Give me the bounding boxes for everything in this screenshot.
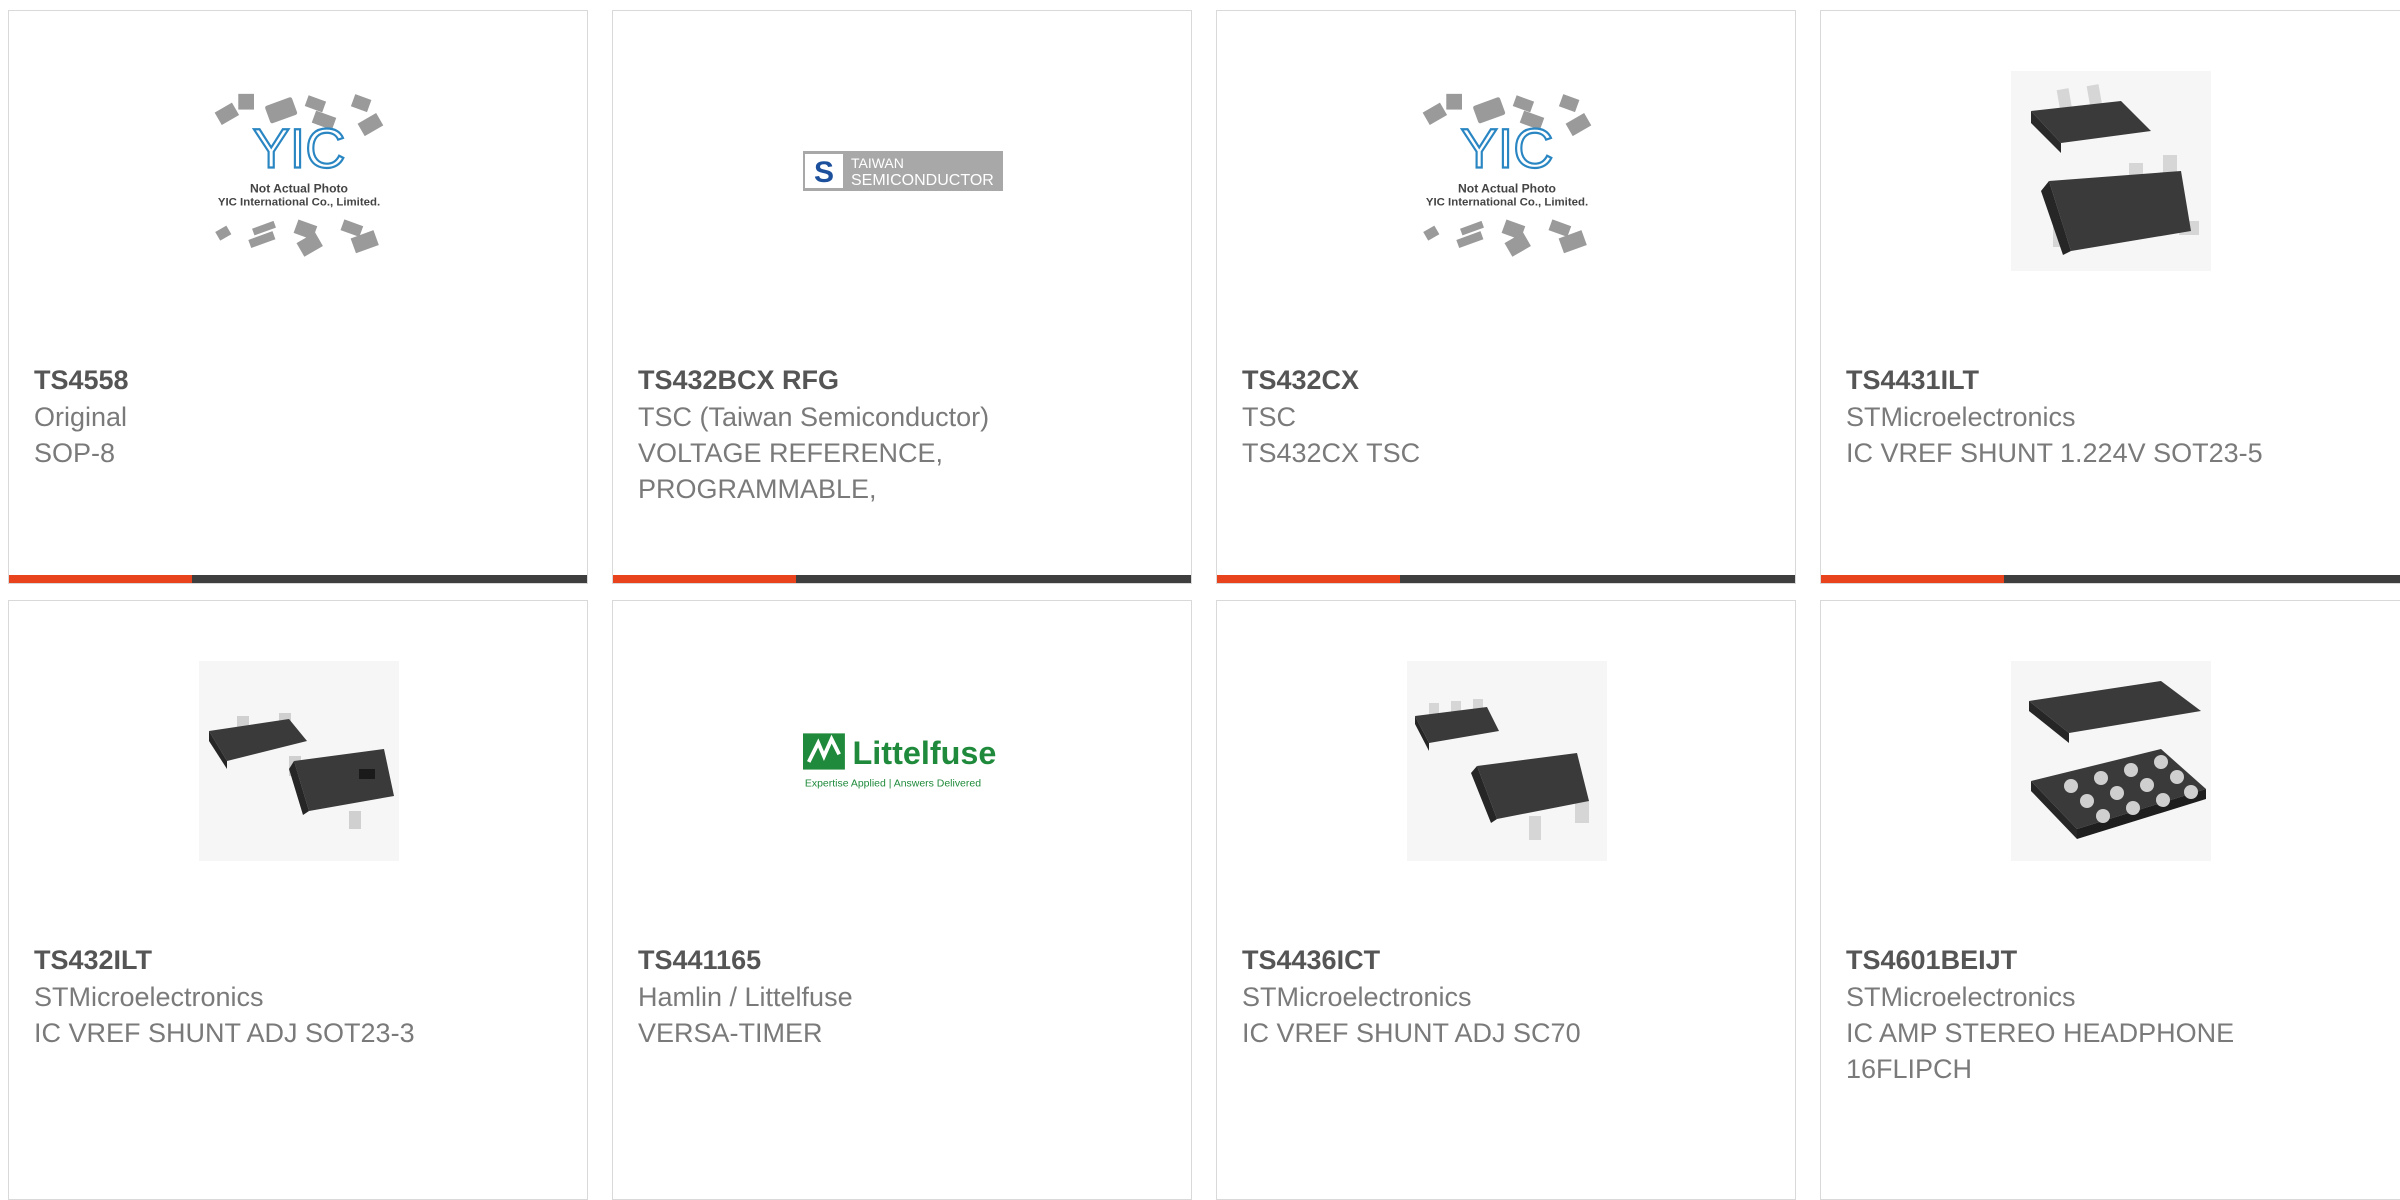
littelfuse-wordmark: Littelfuse <box>853 735 997 771</box>
logo-line2: SEMICONDUCTOR <box>851 172 994 189</box>
description: SOP-8 <box>34 438 116 468</box>
taiwan-semiconductor-logo: S TAIWAN SEMICONDUCTOR <box>803 71 1003 271</box>
description: IC AMP STEREO HEADPHONE 16FLIPCH <box>1846 1018 2235 1084</box>
product-card-ts432cx[interactable]: YIC Not Actual Photo YIC International C… <box>1216 10 1796 584</box>
card-footer-accent <box>9 575 192 583</box>
svg-text:S: S <box>814 156 834 189</box>
card-footer-accent <box>1217 575 1400 583</box>
yic-logo-text: YIC <box>1461 117 1554 179</box>
card-footer-accent <box>613 575 796 583</box>
product-card-ts441165[interactable]: Littelfuse Expertise Applied | Answers D… <box>612 600 1192 1200</box>
manufacturer: Hamlin / Littelfuse <box>638 982 853 1012</box>
yic-placeholder-image: YIC Not Actual Photo YIC International C… <box>1407 71 1607 271</box>
card-footer-bar <box>9 575 587 583</box>
part-number[interactable]: TS4558 <box>34 361 554 399</box>
part-number[interactable]: TS4431ILT <box>1846 361 2366 399</box>
manufacturer: TSC <box>1242 402 1296 432</box>
image-caption-line1: Not Actual Photo <box>250 181 348 195</box>
part-number[interactable]: TS432BCX RFG <box>638 361 1158 399</box>
sot23-3-chip-photo <box>199 661 399 861</box>
product-card-ts4601beijt[interactable]: TS4601BEIJT STMicroelectronics IC AMP ST… <box>1820 600 2400 1200</box>
description: VOLTAGE REFERENCE, PROGRAMMABLE, <box>638 438 944 504</box>
card-footer-bar <box>613 575 1191 583</box>
part-number[interactable]: TS4601BEIJT <box>1846 941 2366 979</box>
image-caption-line1: Not Actual Photo <box>1458 181 1556 195</box>
manufacturer: STMicroelectronics <box>1242 982 1472 1012</box>
part-number[interactable]: TS432CX <box>1242 361 1762 399</box>
yic-logo-text: YIC <box>253 117 346 179</box>
product-card-ts432ilt[interactable]: TS432ILT STMicroelectronics IC VREF SHUN… <box>8 600 588 1200</box>
littelfuse-logo: Littelfuse Expertise Applied | Answers D… <box>803 661 1003 861</box>
logo-line1: TAIWAN <box>851 155 904 171</box>
description: IC VREF SHUNT 1.224V SOT23-5 <box>1846 438 2263 468</box>
littelfuse-tagline: Expertise Applied | Answers Delivered <box>805 779 981 790</box>
part-number[interactable]: TS441165 <box>638 941 1158 979</box>
description: IC VREF SHUNT ADJ SOT23-3 <box>34 1018 415 1048</box>
sot23-5-chip-photo <box>2011 71 2211 271</box>
description: IC VREF SHUNT ADJ SC70 <box>1242 1018 1581 1048</box>
product-card-ts4558[interactable]: YIC Not Actual Photo YIC International C… <box>8 10 588 584</box>
part-number[interactable]: TS4436ICT <box>1242 941 1762 979</box>
image-caption-line2: YIC International Co., Limited. <box>1426 196 1588 208</box>
image-caption-line2: YIC International Co., Limited. <box>218 196 380 208</box>
manufacturer: STMicroelectronics <box>1846 982 2076 1012</box>
manufacturer: STMicroelectronics <box>1846 402 2076 432</box>
manufacturer: TSC (Taiwan Semiconductor) <box>638 402 990 432</box>
product-card-ts4431ilt[interactable]: TS4431ILT STMicroelectronics IC VREF SHU… <box>1820 10 2400 584</box>
manufacturer: STMicroelectronics <box>34 982 264 1012</box>
manufacturer: Original <box>34 402 128 432</box>
product-card-ts432bcx-rfg[interactable]: S TAIWAN SEMICONDUCTOR TS432BCX RFG TSC … <box>612 10 1192 584</box>
description: VERSA-TIMER <box>638 1018 823 1048</box>
flip-chip-bga-photo <box>2011 661 2211 861</box>
description: TS432CX TSC <box>1242 438 1421 468</box>
card-footer-accent <box>1821 575 2004 583</box>
product-card-ts4436ict[interactable]: TS4436ICT STMicroelectronics IC VREF SHU… <box>1216 600 1796 1200</box>
card-footer-bar <box>1217 575 1795 583</box>
yic-placeholder-image: YIC Not Actual Photo YIC International C… <box>199 71 399 271</box>
part-number[interactable]: TS432ILT <box>34 941 554 979</box>
sc70-chip-photo <box>1407 661 1607 861</box>
card-footer-bar <box>1821 575 2400 583</box>
